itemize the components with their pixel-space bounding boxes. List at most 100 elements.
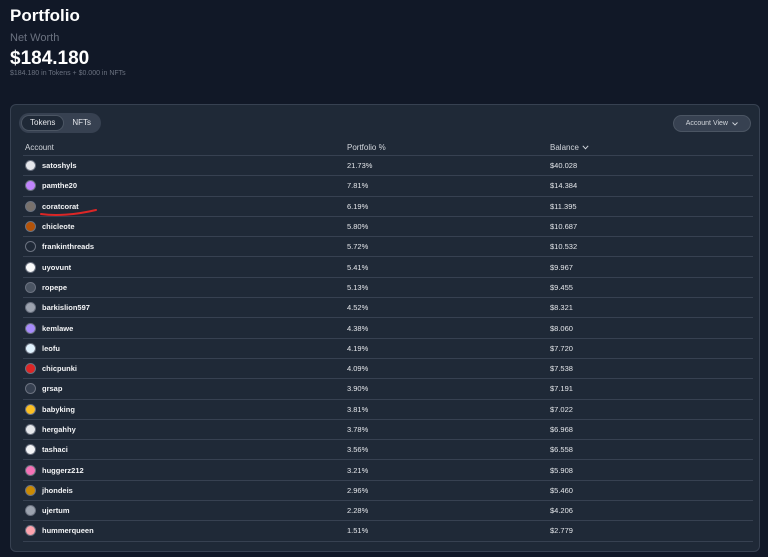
portfolio-pct-cell: 4.38%	[347, 323, 369, 333]
column-header-balance[interactable]: Balance	[550, 143, 753, 152]
tab-tokens[interactable]: Tokens	[21, 115, 65, 131]
portfolio-pct-cell: 1.51%	[347, 526, 369, 536]
table-row[interactable]: hummerqueen 1.51% $2.779	[23, 521, 753, 542]
balance-cell: $10.687	[550, 222, 578, 232]
account-cell: hummerqueen	[23, 525, 347, 537]
avatar	[25, 302, 36, 314]
account-name[interactable]: barkislion597	[42, 303, 90, 312]
avatar	[25, 505, 36, 517]
account-name[interactable]: uyovunt	[42, 263, 71, 272]
table-row[interactable]: chicleote 5.80% $10.687	[23, 217, 753, 238]
portfolio-pct-cell: 21.73%	[347, 161, 373, 171]
balance-cell: $5.460	[550, 485, 573, 495]
table-row[interactable]: hergahhy 3.78% $6.968	[23, 420, 753, 441]
account-cell: huggerz212	[23, 464, 347, 476]
account-cell: babyking	[23, 403, 347, 415]
balance-cell: $7.191	[550, 384, 573, 394]
account-cell: chicleote	[23, 221, 347, 233]
balance-cell: $8.321	[550, 303, 573, 313]
table-row[interactable]: kemlawe 4.38% $8.060	[23, 318, 753, 339]
balance-cell: $10.532	[550, 242, 578, 252]
avatar	[25, 281, 36, 293]
account-name[interactable]: leofu	[42, 344, 60, 353]
account-name[interactable]: jhondeis	[42, 486, 73, 495]
portfolio-pct-cell: 4.19%	[347, 343, 369, 353]
account-cell: barkislion597	[23, 302, 347, 314]
portfolio-pct-cell: 3.56%	[347, 445, 369, 455]
account-cell: chicpunki	[23, 363, 347, 375]
avatar	[25, 241, 36, 253]
column-header-portfolio-pct[interactable]: Portfolio %	[347, 143, 550, 152]
table-row[interactable]: ropepe 5.13% $9.455	[23, 278, 753, 299]
account-name[interactable]: ropepe	[42, 283, 67, 292]
table-row[interactable]: ujertum 2.28% $4.206	[23, 501, 753, 522]
account-cell: frankinthreads	[23, 241, 347, 253]
portfolio-pct-cell: 2.28%	[347, 506, 369, 516]
table-header: Account Portfolio % Balance	[23, 140, 753, 156]
avatar	[25, 180, 36, 192]
portfolio-pct-cell: 2.96%	[347, 485, 369, 495]
holdings-card: Tokens NFTs Account View Account Portfol…	[10, 104, 760, 552]
account-cell: ropepe	[23, 281, 347, 293]
account-name[interactable]: hergahhy	[42, 425, 76, 434]
account-view-button[interactable]: Account View	[672, 115, 751, 132]
avatar	[25, 525, 36, 537]
account-name[interactable]: pamthe20	[42, 181, 77, 190]
account-name[interactable]: chicleote	[42, 222, 75, 231]
account-name[interactable]: chicpunki	[42, 364, 77, 373]
avatar	[25, 444, 36, 456]
account-cell: uyovunt	[23, 261, 347, 273]
table-row[interactable]: pamthe20 7.81% $14.384	[23, 176, 753, 197]
portfolio-pct-cell: 5.13%	[347, 282, 369, 292]
table-row[interactable]: tashaci 3.56% $6.558	[23, 440, 753, 461]
table-row[interactable]: huggerz212 3.21% $5.908	[23, 460, 753, 481]
table-row[interactable]: grsap 3.90% $7.191	[23, 379, 753, 400]
balance-cell: $5.908	[550, 465, 573, 475]
account-name[interactable]: babyking	[42, 405, 75, 414]
balance-cell: $2.779	[550, 526, 573, 536]
account-name[interactable]: satoshyls	[42, 161, 77, 170]
avatar	[25, 160, 36, 172]
portfolio-page: Portfolio Net Worth $184.180 $184.180 in…	[0, 0, 768, 557]
net-worth-value: $184.180	[10, 48, 90, 69]
portfolio-pct-cell: 5.72%	[347, 242, 369, 252]
account-name[interactable]: kemlawe	[42, 324, 73, 333]
avatar	[25, 322, 36, 334]
table-row[interactable]: frankinthreads 5.72% $10.532	[23, 237, 753, 258]
table-row[interactable]: babyking 3.81% $7.022	[23, 400, 753, 420]
account-name[interactable]: hummerqueen	[42, 526, 94, 535]
account-cell: leofu	[23, 342, 347, 354]
account-cell: pamthe20	[23, 180, 347, 192]
net-worth-label: Net Worth	[10, 32, 60, 44]
balance-cell: $4.206	[550, 506, 573, 516]
table-row[interactable]: barkislion597 4.52% $8.321	[23, 298, 753, 319]
tab-nfts[interactable]: NFTs	[64, 115, 99, 131]
balance-cell: $7.720	[550, 343, 573, 353]
account-name[interactable]: grsap	[42, 384, 62, 393]
account-name[interactable]: ujertum	[42, 506, 70, 515]
balance-cell: $11.395	[550, 201, 577, 211]
avatar	[25, 342, 36, 354]
table-row[interactable]: jhondeis 2.96% $5.460	[23, 481, 753, 502]
portfolio-pct-cell: 3.21%	[347, 465, 369, 475]
page-title: Portfolio	[10, 6, 80, 25]
table-row[interactable]: chicpunki 4.09% $7.538	[23, 359, 753, 380]
accounts-table: Account Portfolio % Balance satoshyls 21.…	[23, 140, 753, 542]
account-name[interactable]: huggerz212	[42, 466, 84, 475]
account-view-label: Account View	[685, 120, 728, 127]
account-name[interactable]: tashaci	[42, 445, 68, 454]
table-row[interactable]: uyovunt 5.41% $9.967	[23, 257, 753, 278]
column-header-account[interactable]: Account	[23, 143, 347, 152]
table-row[interactable]: leofu 4.19% $7.720	[23, 339, 753, 359]
account-cell: kemlawe	[23, 322, 347, 334]
chevron-down-icon	[732, 121, 738, 126]
portfolio-pct-cell: 7.81%	[347, 181, 369, 191]
account-cell: ujertum	[23, 505, 347, 517]
table-row[interactable]: satoshyls 21.73% $40.028	[23, 156, 753, 177]
portfolio-pct-cell: 5.80%	[347, 222, 369, 232]
portfolio-pct-cell: 3.81%	[347, 404, 369, 414]
account-name[interactable]: frankinthreads	[42, 242, 94, 251]
avatar	[25, 200, 36, 212]
table-row[interactable]: coratcorat 6.19% $11.395	[23, 197, 753, 217]
balance-cell: $6.558	[550, 445, 573, 455]
